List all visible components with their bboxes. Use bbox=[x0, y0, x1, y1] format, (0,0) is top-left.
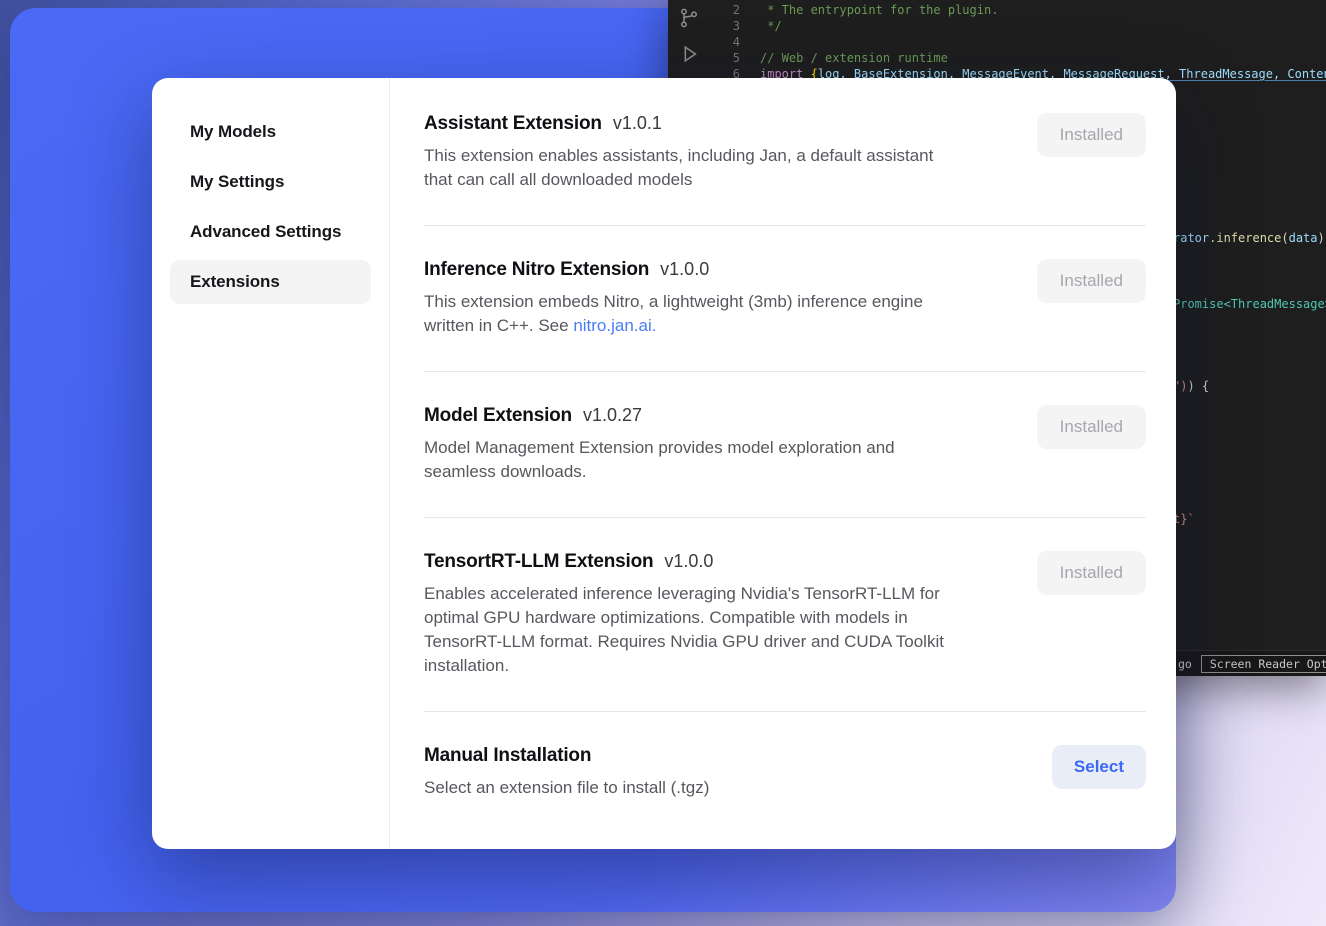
extension-row-assistant: Assistant Extension v1.0.1 This extensio… bbox=[424, 80, 1146, 226]
installed-button[interactable]: Installed bbox=[1037, 113, 1146, 157]
extension-name: Inference Nitro Extension bbox=[424, 259, 649, 281]
editor-code-area: 2 * The entrypoint for the plugin. 3 */ … bbox=[710, 2, 1326, 82]
select-button[interactable]: Select bbox=[1052, 745, 1146, 789]
installed-button[interactable]: Installed bbox=[1037, 551, 1146, 595]
source-control-icon[interactable] bbox=[668, 0, 710, 36]
extension-version: v1.0.0 bbox=[660, 259, 709, 280]
extension-description: This extension enables assistants, inclu… bbox=[424, 144, 933, 192]
sidebar-item-label: Extensions bbox=[190, 272, 280, 292]
code-fragment: rator.inference(data)); bbox=[1173, 230, 1326, 246]
extension-name: Manual Installation bbox=[424, 745, 591, 767]
code-line: 5 // Web / extension runtime bbox=[710, 50, 1326, 66]
extension-version: v1.0.27 bbox=[583, 405, 642, 426]
screen-reader-chip[interactable]: Screen Reader Optimized bbox=[1201, 655, 1326, 673]
run-debug-icon[interactable] bbox=[668, 36, 710, 72]
line-number: 2 bbox=[710, 2, 740, 18]
settings-sidebar: My Models My Settings Advanced Settings … bbox=[152, 78, 390, 849]
sidebar-item-advanced-settings[interactable]: Advanced Settings bbox=[170, 210, 371, 254]
sidebar-item-label: Advanced Settings bbox=[190, 222, 341, 242]
sidebar-item-my-models[interactable]: My Models bbox=[170, 110, 371, 154]
code-fragment: ")) { bbox=[1173, 378, 1209, 394]
extension-row-manual-install: Manual Installation Select an extension … bbox=[424, 712, 1146, 833]
nitro-link[interactable]: nitro.jan.ai. bbox=[573, 316, 656, 335]
extension-name: Model Extension bbox=[424, 405, 572, 427]
extension-description: Select an extension file to install (.tg… bbox=[424, 776, 709, 800]
sidebar-item-label: My Settings bbox=[190, 172, 284, 192]
code-text: // Web / extension runtime bbox=[760, 50, 948, 66]
extension-row-model: Model Extension v1.0.27 Model Management… bbox=[424, 372, 1146, 518]
extension-row-tensorrt: TensortRT-LLM Extension v1.0.0 Enables a… bbox=[424, 518, 1146, 712]
statusbar-text: go bbox=[1178, 657, 1192, 671]
code-fragment: Promise<ThreadMessage> bbox=[1173, 296, 1326, 312]
settings-modal: My Models My Settings Advanced Settings … bbox=[152, 78, 1176, 849]
line-number: 5 bbox=[710, 50, 740, 66]
code-fragment: t}` bbox=[1173, 511, 1195, 527]
extension-version: v1.0.1 bbox=[613, 113, 662, 134]
installed-button[interactable]: Installed bbox=[1037, 259, 1146, 303]
extension-version: v1.0.0 bbox=[664, 551, 713, 572]
code-text: */ bbox=[760, 18, 782, 34]
extension-name: Assistant Extension bbox=[424, 113, 602, 135]
sidebar-item-extensions[interactable]: Extensions bbox=[170, 260, 371, 304]
desktop: 2 * The entrypoint for the plugin. 3 */ … bbox=[0, 0, 1326, 926]
extensions-panel: Assistant Extension v1.0.1 This extensio… bbox=[390, 78, 1176, 849]
line-number: 3 bbox=[710, 18, 740, 34]
sidebar-item-label: My Models bbox=[190, 122, 276, 142]
extension-row-nitro: Inference Nitro Extension v1.0.0 This ex… bbox=[424, 226, 1146, 372]
code-text: * The entrypoint for the plugin. bbox=[760, 2, 998, 18]
extension-description: Model Management Extension provides mode… bbox=[424, 436, 895, 484]
line-number: 4 bbox=[710, 34, 740, 50]
sidebar-item-my-settings[interactable]: My Settings bbox=[170, 160, 371, 204]
code-line: 2 * The entrypoint for the plugin. bbox=[710, 2, 1326, 18]
extension-name: TensortRT-LLM Extension bbox=[424, 551, 653, 573]
installed-button[interactable]: Installed bbox=[1037, 405, 1146, 449]
code-line: 4 bbox=[710, 34, 1326, 50]
extension-description: This extension embeds Nitro, a lightweig… bbox=[424, 290, 923, 338]
code-line: 3 */ bbox=[710, 18, 1326, 34]
extension-description: Enables accelerated inference leveraging… bbox=[424, 582, 944, 678]
